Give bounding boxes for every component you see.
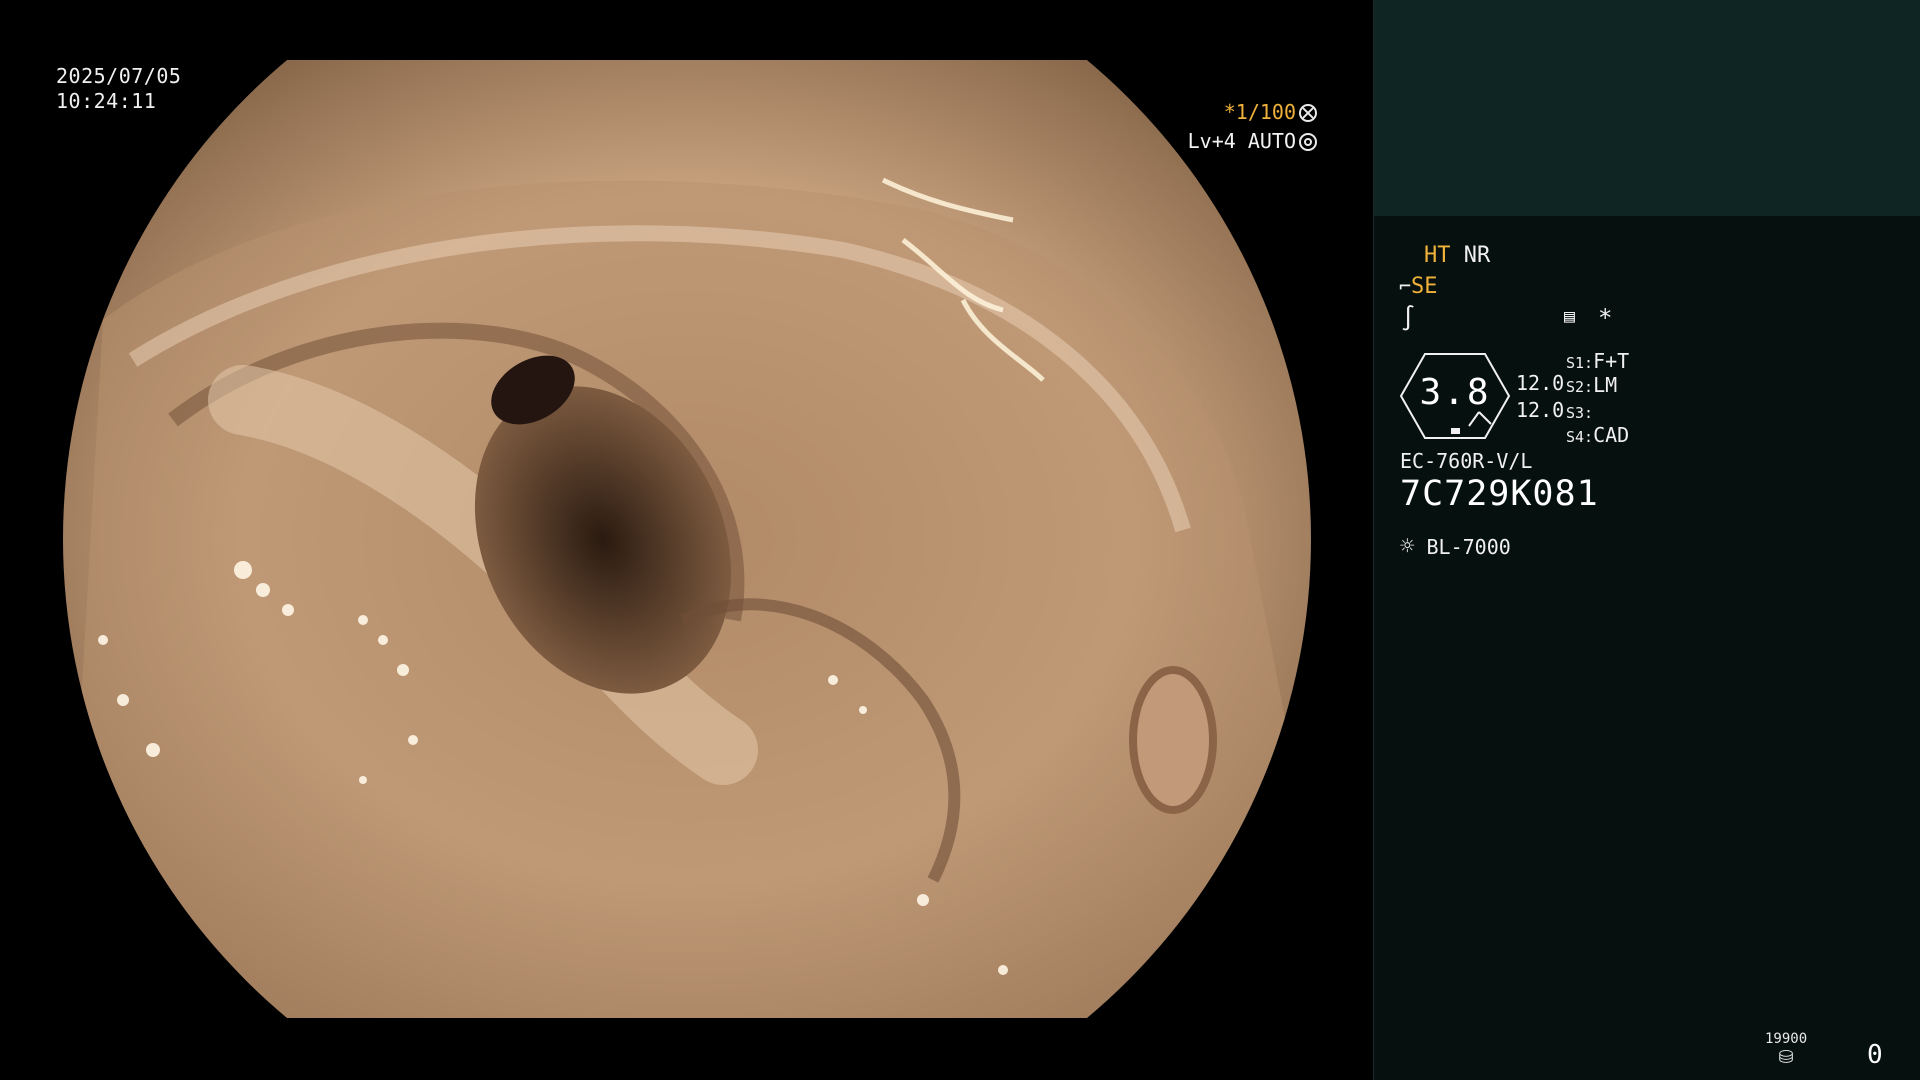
- nr-label: NR: [1463, 243, 1491, 268]
- light-source-row: ☼ BL-7000: [1400, 532, 1511, 560]
- capture-count: 0: [1867, 1040, 1883, 1070]
- menu-icon: ▤: [1564, 306, 1575, 327]
- s4-row: S4:CAD: [1566, 423, 1629, 447]
- storage-count: 19900: [1765, 1031, 1808, 1047]
- date-time-overlay: 2025/07/05 10:24:11: [56, 64, 181, 114]
- se-row: ⌐SE: [1399, 274, 1438, 299]
- color-enhance-icon: ∫: [1401, 304, 1416, 332]
- iris-icon: [1299, 133, 1317, 151]
- gauge-value: 3.8: [1419, 372, 1491, 413]
- star-indicator: *: [1598, 304, 1613, 332]
- se-label: SE: [1411, 274, 1438, 299]
- value-1: 12.0: [1516, 371, 1565, 395]
- brightness-level: Lv+4 AUTO: [1187, 129, 1296, 153]
- aperture-icon: [1299, 104, 1317, 122]
- shutter-speed: *1/100: [1223, 100, 1296, 124]
- s4-value: CAD: [1593, 423, 1630, 447]
- endoscopic-image: [63, 60, 1311, 1018]
- s1-label: S1:: [1566, 354, 1594, 372]
- scope-serial: 7C729K081: [1400, 474, 1599, 514]
- structure-enhance-icon: ⌐: [1399, 274, 1412, 298]
- storage-disk-icon: ⛁: [1778, 1047, 1794, 1068]
- s2-label: S2:: [1566, 378, 1594, 396]
- s1-row: S1:F+T: [1566, 349, 1629, 373]
- s4-label: S4:: [1566, 428, 1594, 446]
- time-text: 10:24:11: [56, 89, 157, 113]
- storage-counter: 19900 ⛁: [1765, 1031, 1807, 1068]
- s3-row: S3:: [1566, 399, 1593, 423]
- s2-row: S2:LM: [1566, 373, 1617, 397]
- s3-label: S3:: [1566, 404, 1594, 422]
- light-source: BL-7000: [1426, 535, 1511, 559]
- value-2: 12.0: [1516, 398, 1565, 422]
- s2-value: LM: [1593, 373, 1618, 397]
- ht-label: HT: [1424, 243, 1451, 268]
- scope-model: EC-760R-V/L: [1400, 449, 1533, 473]
- s1-value: F+T: [1593, 349, 1630, 373]
- light-bulb-icon: ☼: [1400, 532, 1415, 560]
- date-text: 2025/07/05: [56, 64, 182, 88]
- ht-row: HT NR: [1424, 243, 1490, 268]
- status-panel-header: [1374, 0, 1920, 216]
- exposure-info: *1/100 Lv+4 AUTO: [1188, 98, 1317, 156]
